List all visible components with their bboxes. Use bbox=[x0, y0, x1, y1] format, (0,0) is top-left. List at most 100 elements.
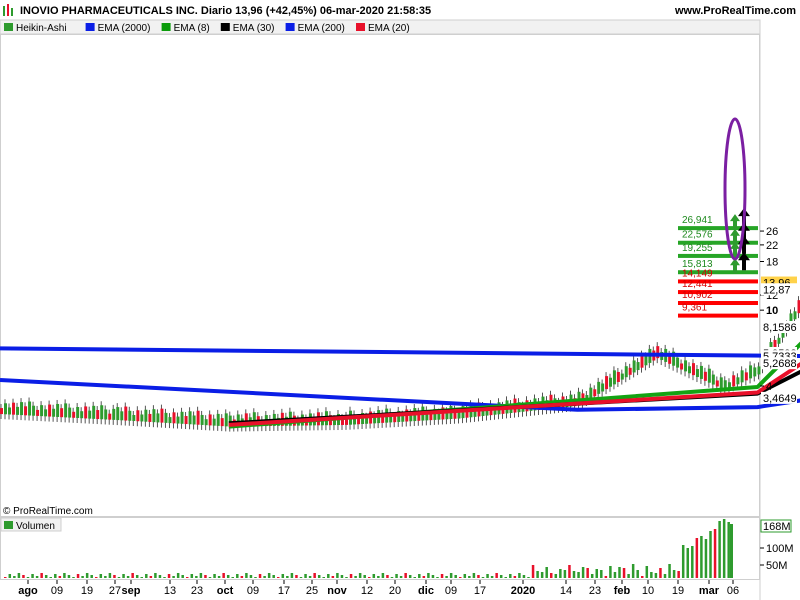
heikin-ashi-candle bbox=[156, 413, 160, 423]
level-label-1: 22,576 bbox=[682, 230, 713, 241]
level-label-2: 19,255 bbox=[682, 243, 713, 254]
volume-bar bbox=[158, 575, 162, 578]
heikin-ashi-candle bbox=[676, 357, 680, 368]
volume-bar bbox=[463, 574, 467, 578]
legend-label-5: EMA (20) bbox=[368, 23, 410, 34]
volume-bar bbox=[76, 574, 80, 578]
volume-bar bbox=[72, 577, 75, 578]
volume-bar bbox=[135, 575, 139, 578]
volume-bar bbox=[281, 574, 285, 578]
time-tick-label: 20 bbox=[389, 585, 401, 597]
volume-bar bbox=[154, 573, 157, 578]
time-tick-label: 12 bbox=[361, 585, 373, 597]
level-label-7: 9,361 bbox=[682, 303, 707, 314]
heikin-ashi-candle bbox=[68, 407, 72, 418]
volume-bar bbox=[663, 574, 667, 578]
heikin-ashi-candle bbox=[76, 407, 80, 419]
heikin-ashi-candle bbox=[777, 337, 781, 344]
volume-bar bbox=[730, 524, 733, 578]
volume-bar bbox=[67, 575, 71, 578]
time-tick-label: sep bbox=[122, 585, 141, 597]
volume-bar bbox=[586, 568, 589, 578]
volume-bar bbox=[695, 538, 699, 578]
volume-bar bbox=[17, 573, 21, 578]
heikin-ashi-candle bbox=[753, 367, 757, 377]
heikin-ashi-candle bbox=[699, 365, 703, 379]
volume-bar bbox=[317, 575, 321, 578]
price-tick-label: 10 bbox=[766, 305, 778, 317]
volume-bar bbox=[104, 576, 107, 578]
volume-bar bbox=[641, 576, 644, 578]
volume-bar bbox=[477, 575, 480, 578]
heikin-ashi-candle bbox=[180, 411, 184, 424]
heikin-ashi-candle bbox=[612, 370, 616, 385]
volume-bar bbox=[99, 574, 103, 578]
volume-bar bbox=[90, 575, 93, 578]
heikin-ashi-candle bbox=[636, 362, 640, 371]
time-tick-label: dic bbox=[418, 585, 434, 597]
volume-bar bbox=[117, 577, 121, 578]
volume-bar bbox=[31, 574, 34, 578]
volume-bar bbox=[418, 574, 421, 578]
volume-bar bbox=[126, 576, 130, 578]
price-tag-label: 3,4649 bbox=[763, 393, 797, 405]
time-tick-label: 06 bbox=[727, 585, 739, 597]
volume-bar bbox=[231, 577, 234, 578]
heikin-ashi-candle bbox=[164, 412, 168, 423]
volume-bar bbox=[249, 575, 253, 578]
volume-bar bbox=[445, 576, 448, 578]
volume-tick-label: 50M bbox=[766, 560, 787, 572]
volume-bar bbox=[240, 576, 244, 578]
volume-bar bbox=[363, 575, 366, 578]
volume-bar bbox=[413, 577, 416, 578]
volume-bar bbox=[609, 566, 612, 578]
legend-label-1: EMA (2000) bbox=[98, 23, 151, 34]
heikin-ashi-candle bbox=[793, 311, 797, 320]
volume-bar bbox=[8, 574, 12, 578]
price-tag-label: 12,87 bbox=[763, 284, 791, 296]
volume-legend-label: Volumen bbox=[16, 521, 55, 532]
volume-bar bbox=[536, 571, 539, 578]
price-tick-label: 4 bbox=[766, 381, 772, 393]
volume-bar bbox=[459, 577, 462, 578]
volume-bar bbox=[704, 539, 708, 578]
time-tick-label: 09 bbox=[445, 585, 457, 597]
time-tick-label: oct bbox=[217, 585, 234, 597]
heikin-ashi-candle bbox=[140, 414, 144, 422]
heikin-ashi-candle bbox=[703, 371, 707, 381]
volume-bar bbox=[627, 574, 630, 578]
heikin-ashi-candle bbox=[220, 418, 224, 427]
volume-bar bbox=[267, 573, 271, 578]
price-tick-label: 22 bbox=[766, 240, 778, 252]
arrows-layer bbox=[730, 208, 750, 274]
volume-bar bbox=[190, 574, 194, 578]
volume-bar bbox=[386, 575, 389, 578]
volume-bar bbox=[286, 576, 289, 578]
time-tick-label: 13 bbox=[164, 585, 176, 597]
time-tick-label: ago bbox=[18, 585, 38, 597]
heikin-ashi-candle bbox=[184, 416, 188, 425]
time-tick-label: 17 bbox=[474, 585, 486, 597]
price-tick-label: 18 bbox=[766, 256, 778, 268]
volume-bar bbox=[718, 521, 721, 578]
heikin-ashi-candle bbox=[152, 409, 156, 423]
volume-bar bbox=[495, 573, 498, 578]
heikin-ashi-candle bbox=[108, 413, 112, 420]
heikin-ashi-candle bbox=[749, 365, 753, 379]
heikin-ashi-candle bbox=[589, 387, 593, 399]
level-label-5: 12,441 bbox=[682, 279, 713, 290]
volume-bar bbox=[186, 577, 189, 578]
volume-axis: 100M 50M 168M bbox=[760, 519, 794, 572]
volume-bar bbox=[686, 548, 689, 578]
volume-bar bbox=[404, 573, 407, 578]
volume-bar bbox=[545, 567, 548, 578]
volume-bar bbox=[577, 572, 580, 578]
volume-bar bbox=[236, 574, 239, 578]
volume-bar bbox=[58, 576, 62, 578]
volume-bar bbox=[172, 576, 175, 578]
price-tag-label: 5,2688 bbox=[763, 358, 797, 370]
heikin-ashi-candle bbox=[684, 360, 688, 372]
heikin-ashi-candle bbox=[144, 409, 148, 422]
heikin-ashi-candle bbox=[688, 366, 692, 374]
heikin-ashi-candle bbox=[620, 373, 624, 380]
